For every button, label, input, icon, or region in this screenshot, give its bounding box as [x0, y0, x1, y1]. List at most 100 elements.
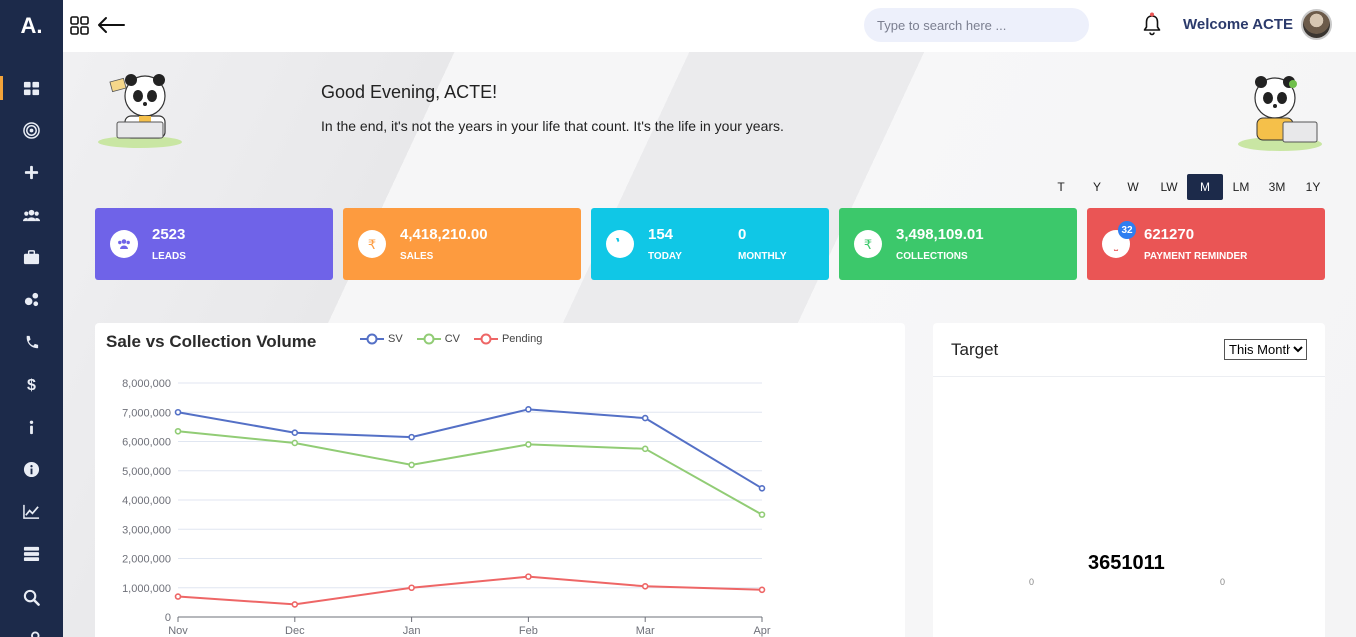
x-tick-label: Dec — [285, 625, 305, 637]
stat-card-sales[interactable]: ₹4,418,210.00 SALES — [343, 208, 581, 280]
svg-text:$: $ — [27, 376, 36, 393]
stat-label: LEADS — [152, 251, 186, 262]
legend-item-pending[interactable]: Pending — [473, 333, 543, 345]
phone-icon — [26, 335, 39, 348]
legend-item-cv[interactable]: CV — [416, 333, 460, 345]
stat-card-payment-reminder[interactable]: 32 621270 PAYMENT REMINDER — [1087, 208, 1325, 280]
period-filter: T Y W LW M LM 3M 1Y — [1043, 174, 1331, 200]
legend-marker — [416, 333, 441, 345]
search-icon — [23, 589, 40, 606]
stat-card-today[interactable]: 154 TODAY 0 MONTHLY — [591, 208, 829, 280]
y-tick-label: 3,000,000 — [122, 524, 171, 536]
period-t[interactable]: T — [1043, 174, 1079, 200]
stat-card-collections[interactable]: ₹3,498,109.01 COLLECTIONS — [839, 208, 1077, 280]
data-point — [525, 573, 532, 580]
sidebar-item-gears[interactable] — [0, 281, 63, 317]
stat-label-monthly: MONTHLY — [738, 251, 787, 262]
target-icon — [23, 121, 40, 139]
data-point — [174, 427, 182, 435]
target-header: Target This Month — [933, 323, 1325, 377]
target-value: 3651011 — [1088, 552, 1165, 574]
chart-line-icon — [23, 504, 40, 519]
svg-text:₹: ₹ — [864, 238, 872, 251]
period-3m[interactable]: 3M — [1259, 174, 1295, 200]
target-period-select[interactable]: This Month — [1224, 339, 1307, 360]
rupee-icon: ₹ — [854, 230, 882, 258]
legend-label: SV — [388, 333, 403, 345]
sidebar-item-briefcase[interactable] — [0, 239, 63, 275]
panda-illustration-left — [98, 74, 182, 148]
notification-bell-icon[interactable] — [1142, 12, 1162, 36]
sidebar-item-dollar[interactable]: $ — [0, 366, 63, 402]
topbar: Welcome ACTE — [63, 0, 1356, 52]
period-1y[interactable]: 1Y — [1295, 174, 1331, 200]
data-point — [641, 582, 649, 590]
svg-text:₹: ₹ — [368, 238, 376, 251]
data-point — [758, 485, 766, 492]
target-gauge-max-label: 0 — [1220, 577, 1226, 587]
sidebar-item-info-circle[interactable] — [0, 451, 63, 487]
legend-marker — [473, 333, 498, 345]
x-tick-label: Jan — [403, 625, 421, 637]
x-tick-label: Apr — [753, 625, 770, 637]
data-point — [174, 593, 182, 600]
users-icon — [110, 230, 138, 258]
sidebar-item-tools[interactable] — [0, 621, 63, 637]
x-tick-label: Mar — [636, 625, 655, 637]
x-tick-label: Feb — [519, 625, 538, 637]
period-lw[interactable]: LW — [1151, 174, 1187, 200]
users-icon — [23, 209, 40, 221]
data-point — [291, 429, 299, 437]
sales-collection-chart-card: Sale vs Collection Volume SV CV Pending 0 1… — [95, 323, 905, 637]
series-pending — [174, 573, 766, 608]
user-avatar[interactable] — [1301, 9, 1332, 40]
period-w[interactable]: W — [1115, 174, 1151, 200]
stat-card-leads[interactable]: 2523 LEADS — [95, 208, 333, 280]
legend-item-sv[interactable]: SV — [360, 333, 403, 345]
data-point — [174, 408, 182, 416]
info-circle-icon — [23, 461, 40, 477]
plus-icon — [24, 165, 39, 179]
stat-value: 621270 — [1144, 226, 1195, 243]
server-icon — [23, 546, 40, 561]
chart-title: Sale vs Collection Volume — [106, 332, 317, 351]
logo-text: A. — [20, 13, 43, 38]
stat-label: TODAY — [648, 251, 682, 262]
tools-icon — [31, 630, 40, 637]
app-logo[interactable]: A. — [0, 0, 63, 52]
data-point — [758, 586, 766, 594]
stat-label: COLLECTIONS — [896, 251, 968, 262]
data-point — [525, 441, 532, 448]
period-m[interactable]: M — [1187, 174, 1223, 200]
data-point — [408, 461, 415, 469]
arrow-left-icon[interactable] — [96, 14, 126, 36]
data-point — [641, 445, 649, 453]
legend-label: Pending — [501, 333, 543, 345]
data-point — [758, 511, 766, 518]
data-point — [291, 439, 299, 447]
search-input[interactable] — [864, 8, 1089, 42]
data-point — [525, 406, 532, 413]
data-point — [408, 433, 415, 441]
sidebar-item-server[interactable] — [0, 535, 63, 571]
sidebar-item-target[interactable] — [0, 112, 63, 148]
sidebar-item-plus[interactable] — [0, 154, 63, 190]
sidebar-item-users[interactable] — [0, 197, 63, 233]
sidebar-item-chart-line[interactable] — [0, 493, 63, 529]
welcome-text[interactable]: Welcome ACTE — [1183, 16, 1293, 33]
chart-legend: SV CV Pending — [360, 333, 542, 345]
y-tick-label: 0 — [165, 612, 171, 624]
period-y[interactable]: Y — [1079, 174, 1115, 200]
sidebar-item-dashboard[interactable] — [0, 70, 63, 106]
sidebar-item-info[interactable] — [0, 409, 63, 445]
series-cv — [174, 427, 766, 518]
sidebar-item-search[interactable] — [0, 579, 63, 615]
apps-grid-icon[interactable] — [70, 16, 90, 36]
data-point — [408, 584, 415, 592]
stat-value: 2523 — [152, 226, 186, 243]
y-tick-label: 6,000,000 — [122, 437, 171, 449]
series-line-sv — [177, 408, 763, 490]
period-lm[interactable]: LM — [1223, 174, 1259, 200]
y-tick-label: 5,000,000 — [122, 466, 171, 478]
sidebar-item-phone[interactable] — [0, 324, 63, 360]
